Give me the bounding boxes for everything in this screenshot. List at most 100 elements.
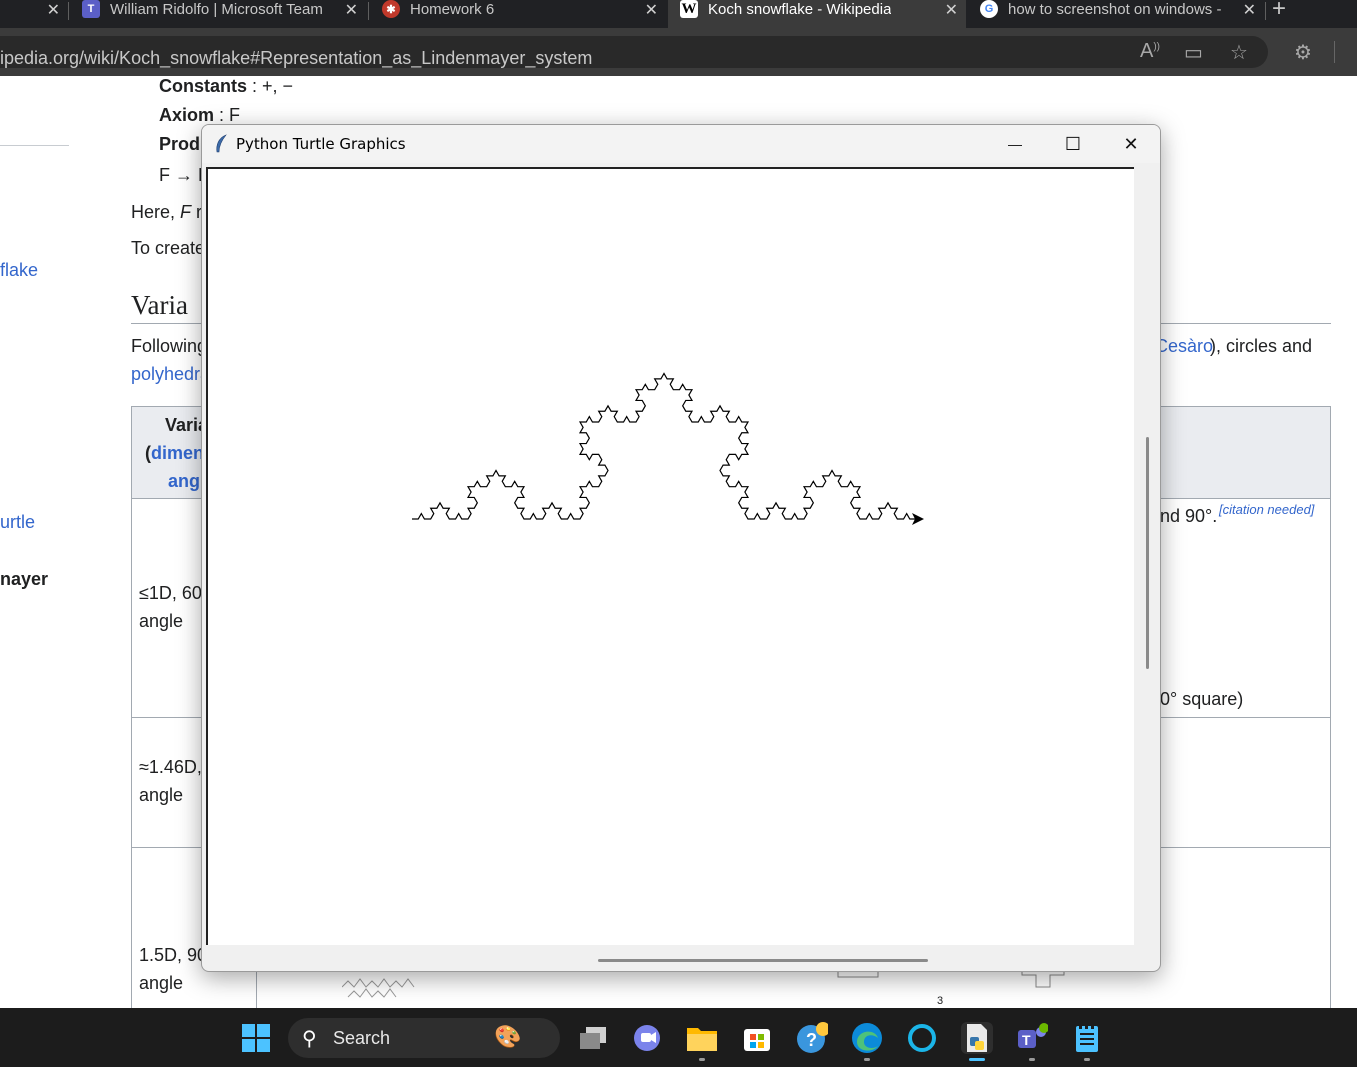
edge-icon[interactable] (851, 1022, 883, 1054)
sidebar-section-lindenmayer[interactable]: nayer (0, 569, 48, 590)
feather-icon (216, 134, 227, 153)
table-row: angle (139, 973, 184, 993)
browser-tab-bar: ✕ T William Ridolfo | Microsoft Team ✕ ✱… (0, 0, 1357, 28)
search-label: Search (333, 1028, 391, 1048)
constants-value: : +, − (247, 76, 294, 96)
koch-curve (412, 372, 916, 520)
svg-text:?: ? (806, 1030, 817, 1050)
axiom-line: Axiom : F (159, 105, 240, 126)
here-paragraph: Here, F r (131, 202, 202, 223)
productions-label: Prod (159, 134, 201, 154)
homework-icon: ✱ (382, 0, 400, 18)
table-row: angle (139, 611, 184, 631)
close-icon[interactable]: ✕ (945, 0, 958, 20)
horizontal-scrollbar[interactable] (598, 959, 928, 962)
extensions-icon[interactable]: ⚙ (1294, 40, 1312, 65)
minimize-button[interactable]: — (986, 125, 1044, 163)
here-prefix: Here, (131, 202, 181, 222)
maximize-icon: ☐ (1064, 133, 1082, 154)
immersive-reader-icon[interactable]: ▭ (1184, 40, 1203, 65)
task-view-icon[interactable] (577, 1022, 609, 1054)
to-create-paragraph: To create (131, 238, 206, 258)
sidebar-link-snowflake[interactable]: flake (0, 260, 38, 281)
search-icon: ⚲ (302, 1028, 317, 1050)
store-icon[interactable] (741, 1022, 773, 1054)
running-indicator (699, 1058, 705, 1061)
variants-heading: Varia (131, 290, 188, 320)
tab-homework[interactable]: ✱ Homework 6 ✕ (378, 0, 666, 28)
constants-line: Constants : +, − (159, 76, 293, 97)
maximize-button[interactable]: ☐ (1044, 125, 1102, 163)
cesaro-link[interactable]: Cesàro (1155, 336, 1213, 357)
favorites-icon[interactable]: ☆ (1230, 40, 1248, 65)
fractal-thumbnail (342, 978, 415, 998)
vertical-scrollbar[interactable] (1146, 437, 1149, 669)
circles-and-text: ), circles and (1210, 336, 1313, 356)
table-row: ≤1D, 60 (139, 583, 202, 603)
chat-icon[interactable] (631, 1022, 663, 1054)
tab-title: Homework 6 (410, 0, 495, 18)
following-paragraph: Following (131, 336, 208, 356)
read-aloud-icon[interactable]: A)) (1140, 40, 1160, 63)
table-row: ≈1.46D, (139, 757, 202, 777)
tab-title: William Ridolfo | Microsoft Team (110, 0, 323, 18)
close-button[interactable]: ✕ (1102, 125, 1160, 163)
turtle-graphics-window[interactable]: Python Turtle Graphics — ☐ ✕ (201, 124, 1161, 972)
running-indicator (1084, 1058, 1090, 1061)
window-title: Python Turtle Graphics (236, 135, 406, 153)
python-file-icon[interactable] (961, 1022, 993, 1054)
minimize-icon: — (1008, 136, 1022, 152)
screen: ✕ T William Ridolfo | Microsoft Team ✕ ✱… (0, 0, 1357, 1067)
file-explorer-icon[interactable] (686, 1022, 718, 1054)
running-indicator (1029, 1058, 1035, 1061)
dimension-link[interactable]: dimen (151, 443, 204, 464)
teams-icon[interactable]: T (1016, 1022, 1048, 1054)
close-icon[interactable]: ✕ (345, 0, 358, 20)
window-titlebar[interactable]: Python Turtle Graphics — ☐ ✕ (202, 125, 1160, 163)
row-description: nd 90°. (1160, 506, 1218, 526)
thumbnail-label: 3 (937, 995, 944, 1007)
tab-title: Koch snowflake - Wikipedia (708, 0, 892, 18)
running-indicator (864, 1058, 870, 1061)
close-icon[interactable]: ✕ (47, 0, 60, 20)
wikipedia-icon: W (680, 0, 698, 18)
table-row: angle (139, 785, 184, 805)
start-icon[interactable] (240, 1022, 272, 1054)
windows-taskbar: ⚲ Search 🎨 ? T (0, 1008, 1357, 1067)
google-icon: G (980, 0, 998, 18)
close-icon: ✕ (1123, 133, 1139, 154)
taskbar-search[interactable]: ⚲ Search 🎨 (288, 1018, 560, 1058)
sidebar-divider (0, 145, 69, 146)
turtle-canvas[interactable] (206, 167, 1134, 945)
close-icon[interactable]: ✕ (645, 0, 658, 20)
close-icon[interactable]: ✕ (1243, 0, 1256, 20)
row-description: 0° square) (1160, 689, 1244, 709)
plus-icon: + (1272, 0, 1287, 22)
tab-koch-snowflake[interactable]: W Koch snowflake - Wikipedia ✕ (668, 0, 966, 28)
axiom-value: : F (214, 105, 241, 125)
angle-link[interactable]: ang (168, 471, 200, 492)
koch-curve-drawing (412, 372, 924, 525)
table-row: 1.5D, 90 (139, 945, 208, 965)
polyhedra-link[interactable]: polyhedra (131, 364, 210, 385)
tab-title: how to screenshot on windows - (1008, 0, 1222, 18)
teams-icon: T (82, 0, 100, 18)
here-italic: F (180, 202, 192, 222)
toolbar-divider (1334, 41, 1335, 63)
url-text[interactable]: ipedia.org/wiki/Koch_snowflake#Represent… (0, 48, 592, 69)
active-indicator (969, 1058, 985, 1061)
tab-previous[interactable]: ✕ (0, 0, 68, 28)
sidebar-link-turtle[interactable]: urtle (0, 512, 35, 533)
tab-google-search[interactable]: G how to screenshot on windows - ✕ (968, 0, 1264, 28)
svg-text:T: T (1022, 1032, 1031, 1048)
citation-needed-link[interactable]: [citation needed] (1219, 502, 1314, 517)
axiom-label: Axiom (159, 105, 215, 125)
help-icon[interactable]: ? (796, 1022, 828, 1054)
cortana-icon[interactable] (906, 1022, 938, 1054)
tab-teams[interactable]: T William Ridolfo | Microsoft Team ✕ (78, 0, 366, 28)
address-bar[interactable]: ipedia.org/wiki/Koch_snowflake#Represent… (0, 36, 1268, 68)
new-tab-button[interactable]: + (1272, 0, 1302, 28)
notepad-icon[interactable] (1071, 1022, 1103, 1054)
search-highlight-icon: 🎨 (494, 1024, 522, 1049)
constants-label: Constants (159, 76, 248, 96)
